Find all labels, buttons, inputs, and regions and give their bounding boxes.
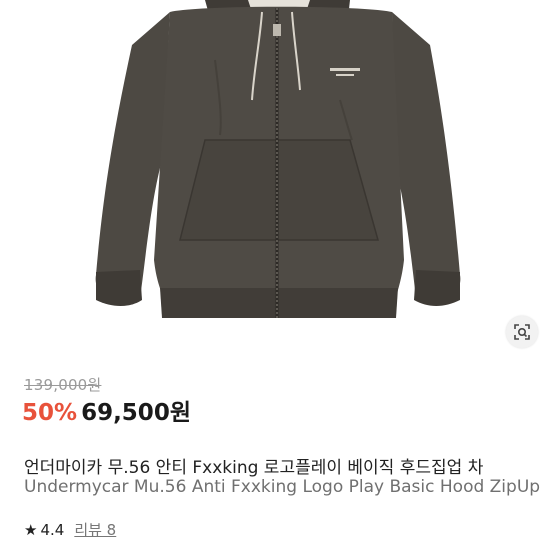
price-row: 50% 69,500원 (22, 393, 191, 427)
visual-search-button[interactable] (506, 316, 538, 348)
product-detail-page: 139,000원 50% 69,500원 언더마이카 무.56 안티 Fxxki… (0, 0, 554, 554)
discount-rate: 50% (22, 400, 78, 426)
sale-price: 69,500원 (81, 400, 191, 426)
hoodie-image-icon (95, 0, 461, 318)
product-title-korean: 언더마이카 무.56 안티 Fxxking 로고플레이 베이직 후드집업 차 (24, 458, 484, 478)
product-title-english: Undermycar Mu.56 Anti Fxxking Logo Play … (24, 477, 541, 497)
star-icon: ★ (24, 520, 38, 539)
product-image[interactable] (0, 0, 554, 365)
visual-search-icon (514, 324, 530, 340)
rating-value: 4.4 (40, 520, 65, 539)
original-price: 139,000원 (24, 376, 102, 394)
rating-row: ★ 4.4 리뷰 8 (24, 519, 116, 540)
review-count-link[interactable]: 리뷰 8 (74, 519, 116, 540)
